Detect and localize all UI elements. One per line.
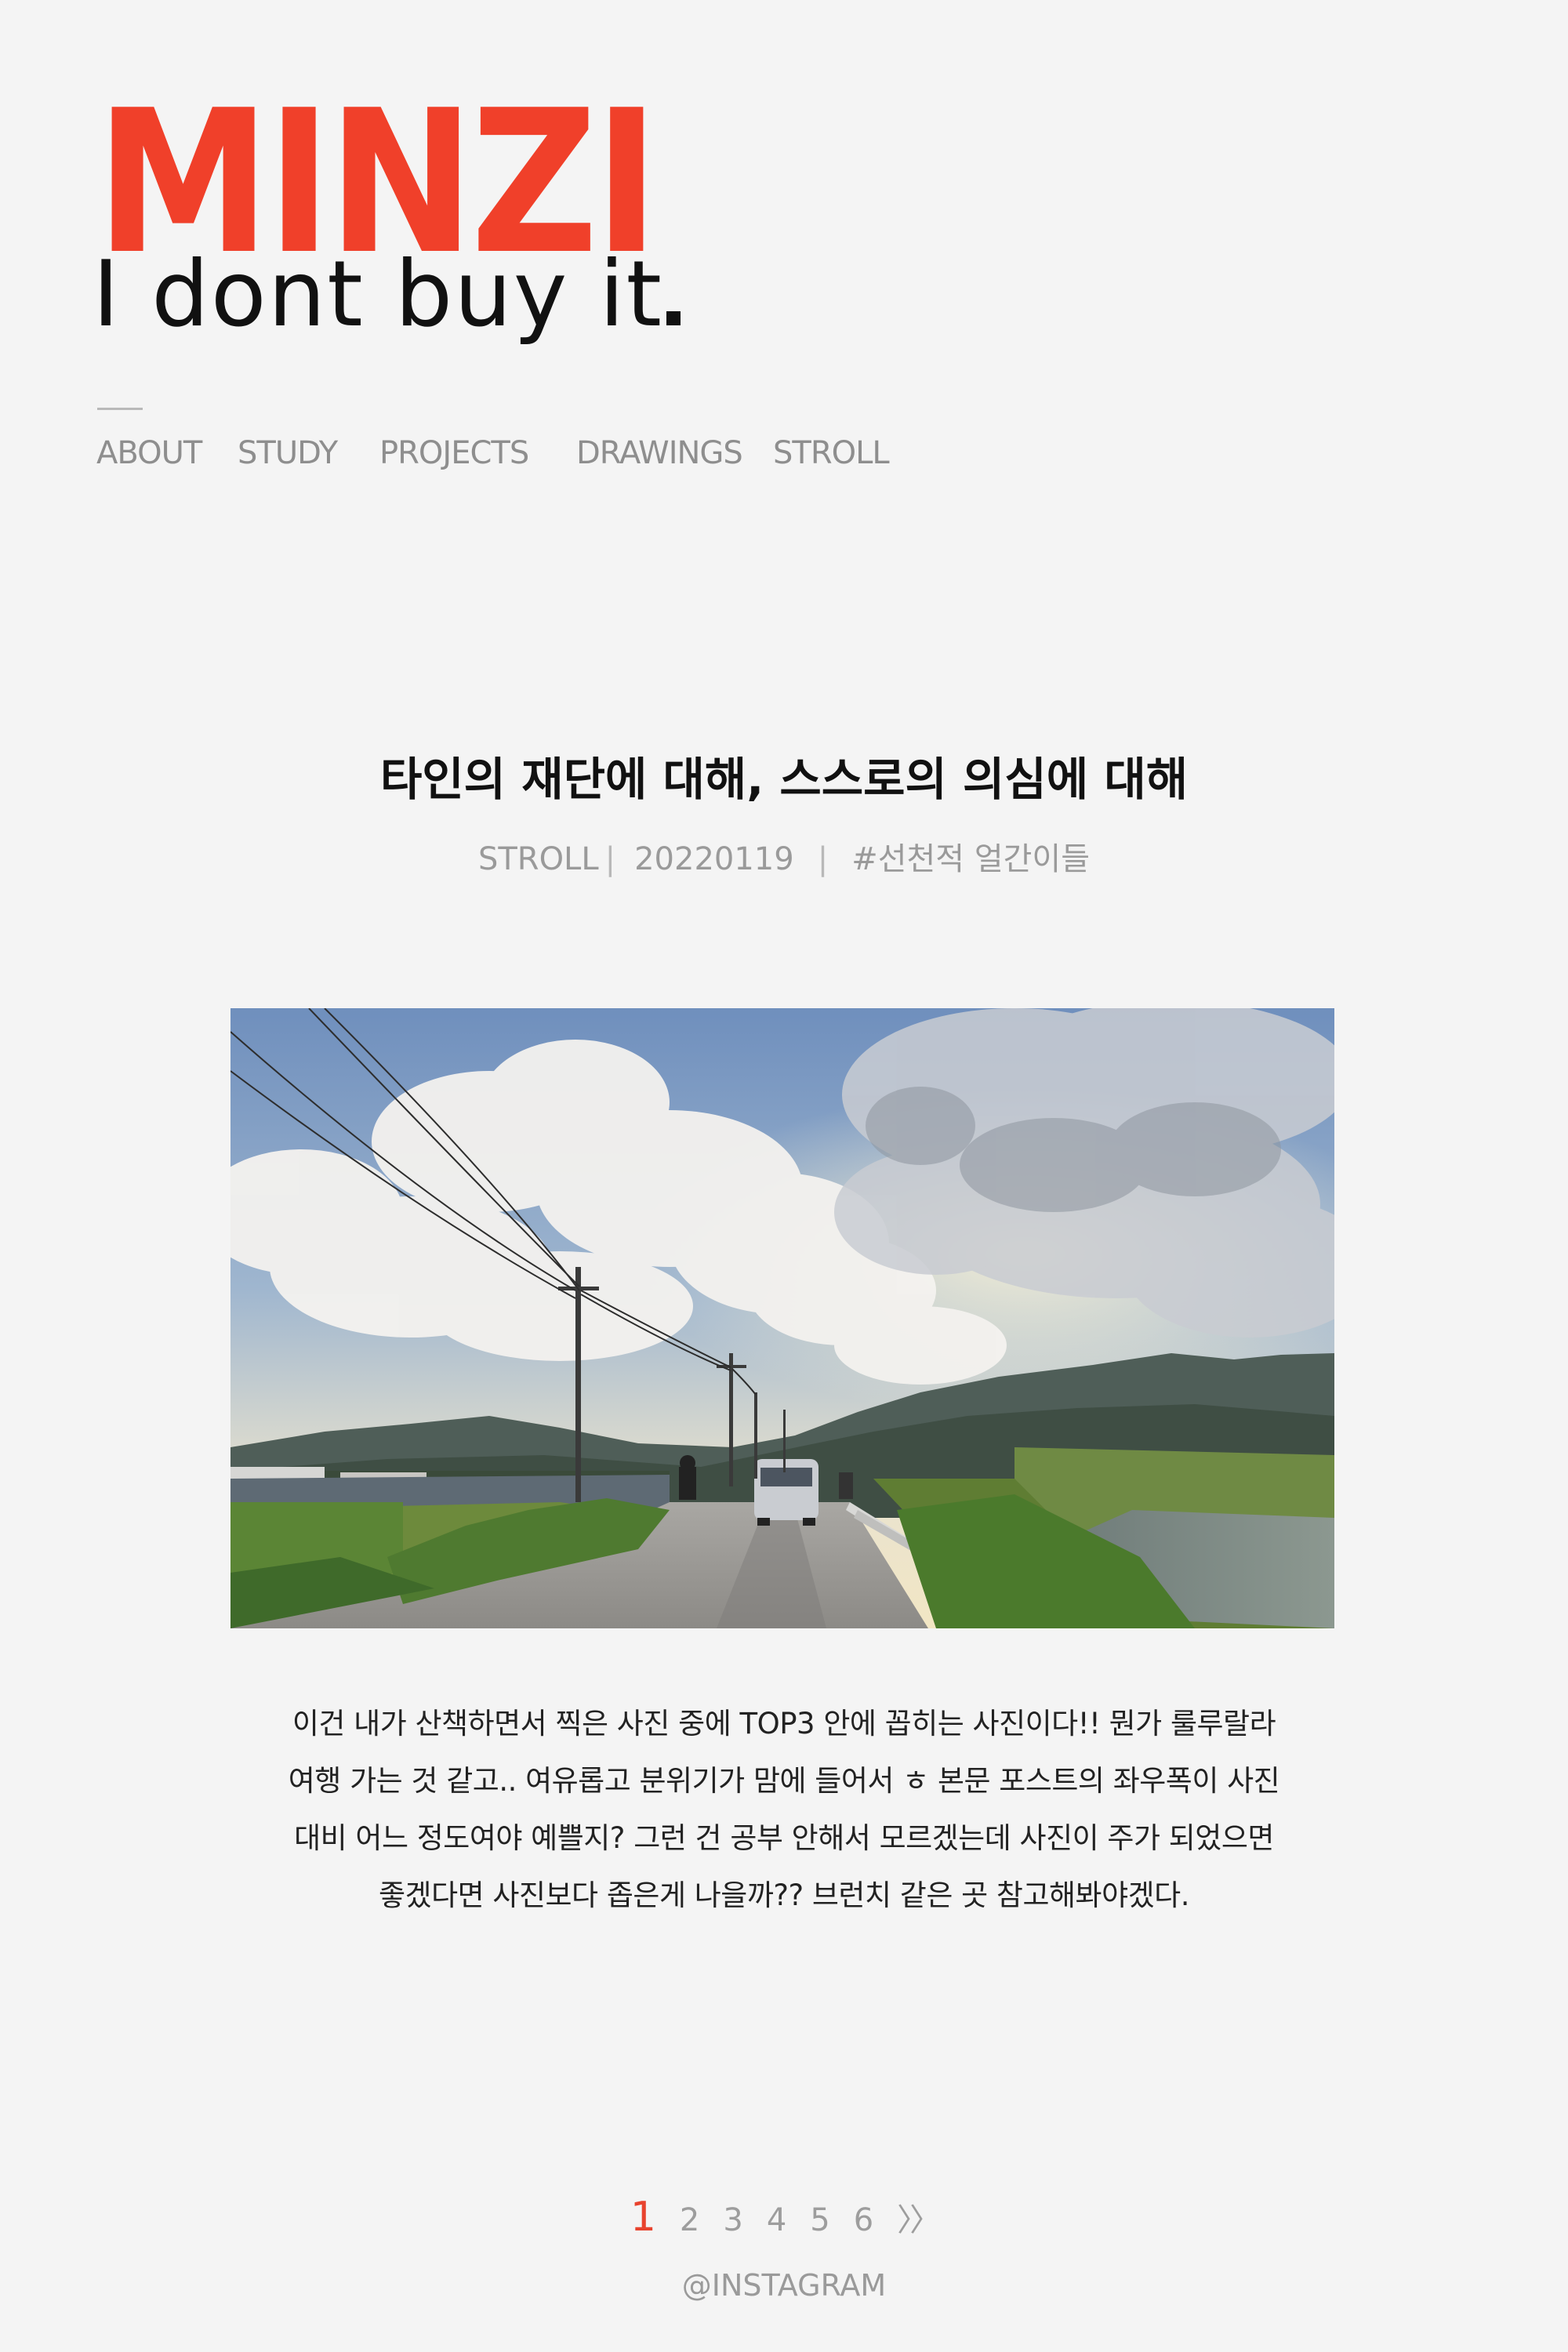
post-body-line: 좋겠다면 사진보다 좁은게 나을까?? 브런치 같은 곳 참고해봐야겠다. — [379, 1878, 1189, 1912]
post-body-line: 대비 어느 정도여야 예쁠지? 그런 건 공부 안해서 모르겠는데 사진이 주가… — [294, 1821, 1274, 1855]
meta-separator: | — [817, 841, 829, 877]
post-body-line: 여행 가는 것 같고.. 여유롭고 분위기가 맘에 들어서 ㅎ 본문 포스트의 … — [288, 1764, 1280, 1798]
nav-item-study[interactable]: STUDY — [238, 435, 338, 471]
nav-item-projects[interactable]: PROJECTS — [379, 435, 529, 471]
nav-item-stroll[interactable]: STROLL — [773, 435, 890, 471]
nav-divider — [97, 408, 143, 410]
nav-item-drawings[interactable]: DRAWINGS — [576, 435, 743, 471]
page-link[interactable]: 5 — [810, 2202, 829, 2238]
post-body-line: 이건 내가 산책하면서 찍은 사진 중에 TOP3 안에 꼽히는 사진이다!! … — [292, 1707, 1276, 1740]
page-link[interactable]: 6 — [854, 2202, 873, 2238]
post-date: 20220119 — [634, 841, 794, 877]
landscape-photo-icon — [230, 1008, 1334, 1628]
post-meta: STROLL | 20220119 | #선천적 얼간이들 — [0, 833, 1568, 879]
tagline-text: I dont buy it — [93, 241, 663, 347]
page-link-current[interactable]: 1 — [630, 2194, 656, 2241]
nav-item-about[interactable]: ABOUT — [96, 435, 202, 471]
page-link[interactable]: 3 — [723, 2202, 742, 2238]
post-title: 타인의 재단에 대해, 스스로의 의심에 대해 — [379, 753, 1189, 806]
tagline-period-dot — [666, 311, 681, 325]
page-link[interactable]: 4 — [767, 2202, 786, 2238]
post-body: 이건 내가 산책하면서 찍은 사진 중에 TOP3 안에 꼽히는 사진이다!! … — [188, 1695, 1380, 1924]
post-category-link[interactable]: STROLL — [478, 841, 599, 877]
next-pages-icon[interactable]: 〉〉 — [897, 2194, 941, 2240]
page-link[interactable]: 2 — [680, 2202, 699, 2238]
post-photo — [230, 1008, 1334, 1628]
instagram-link[interactable]: @INSTAGRAM — [0, 2268, 1568, 2303]
site-tagline: I dont buy it — [93, 249, 681, 340]
meta-separator: | — [604, 841, 616, 877]
pagination: 1 2 3 4 5 6 〉〉 — [0, 2194, 1568, 2241]
post-tag-link[interactable]: #선천적 얼간이들 — [851, 841, 1090, 877]
